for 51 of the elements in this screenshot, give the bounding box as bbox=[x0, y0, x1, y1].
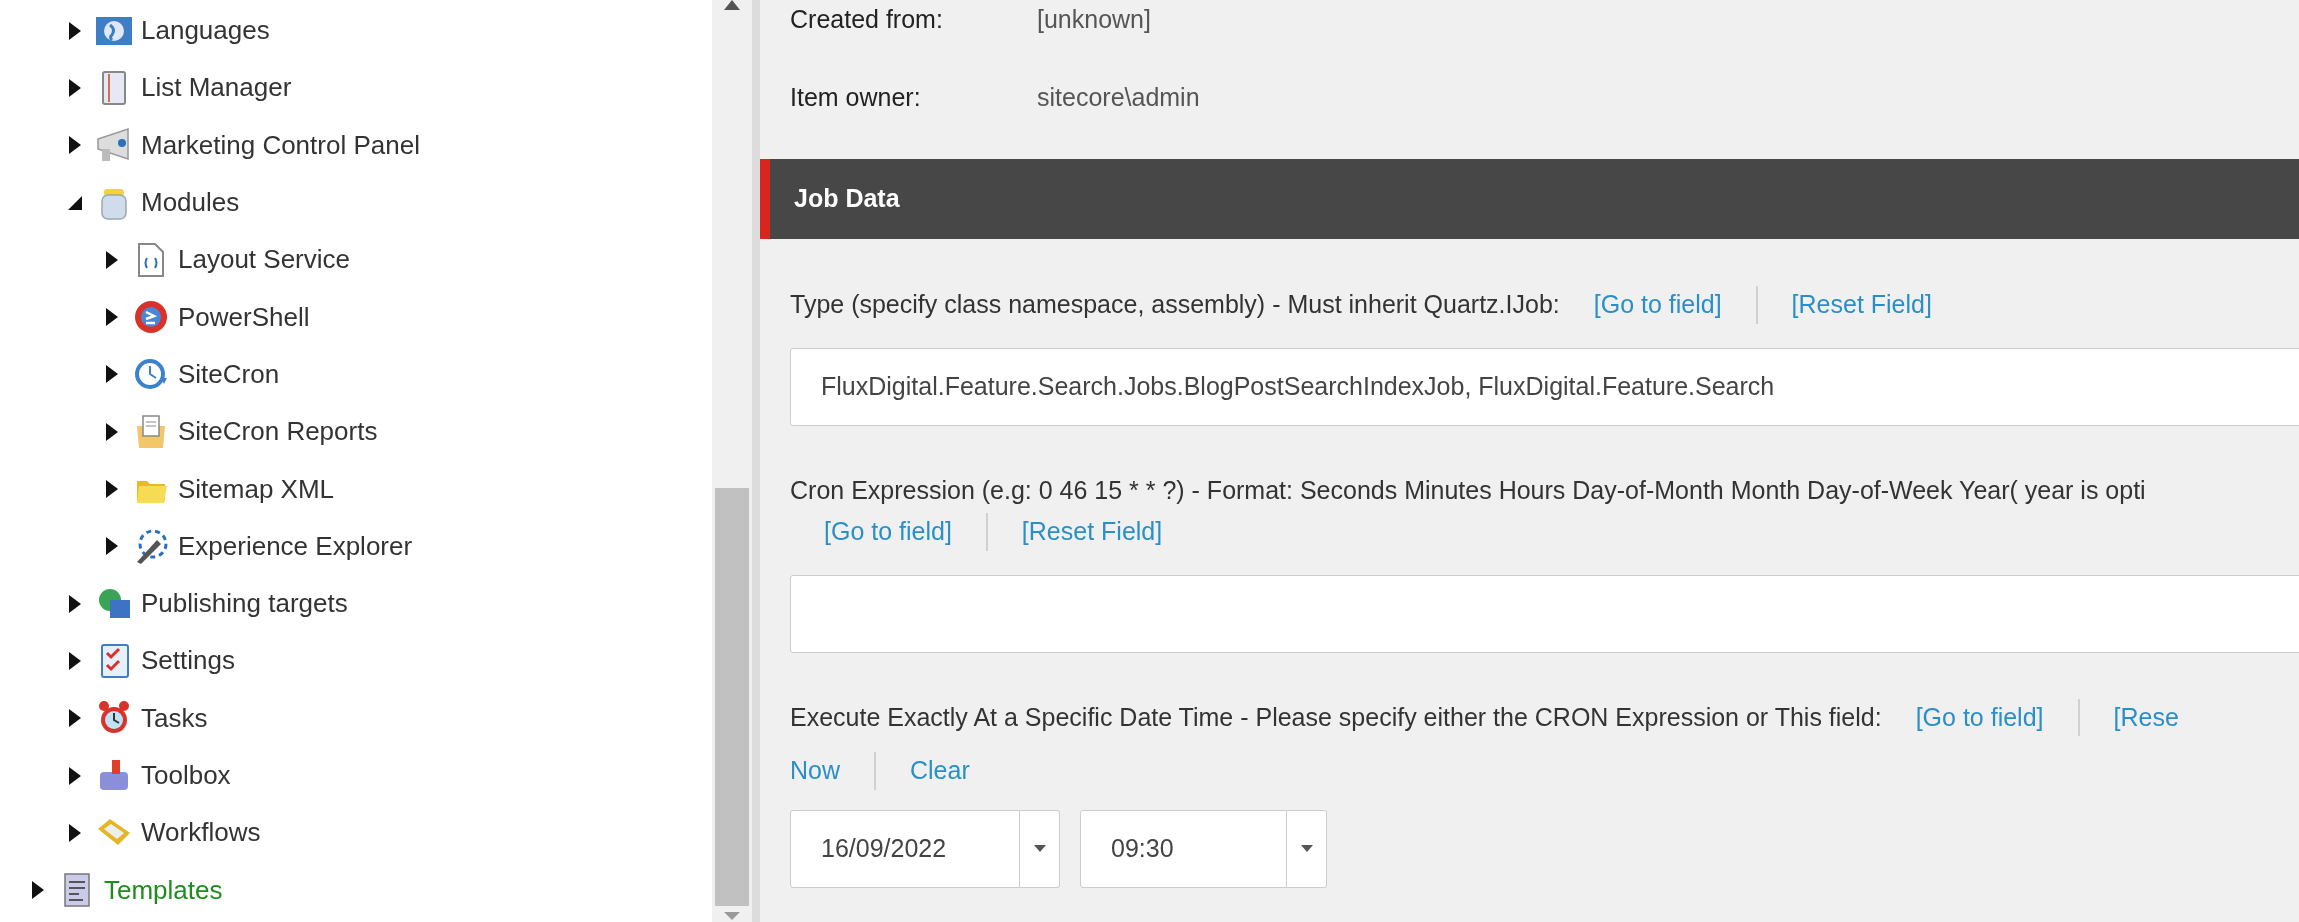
field-value: sitecore\admin bbox=[1037, 82, 1200, 114]
expand-arrow-icon[interactable] bbox=[69, 136, 81, 155]
expand-arrow-icon[interactable] bbox=[106, 365, 118, 384]
tree-item[interactable]: Workflows bbox=[141, 813, 261, 853]
field-label: Type (specify class namespace, assembly) - Must inherit Quartz.IJob: bbox=[790, 289, 1560, 320]
tree-item[interactable]: Publishing targets bbox=[141, 584, 348, 624]
tree-item[interactable]: Templates bbox=[104, 870, 223, 910]
expand-arrow-icon[interactable] bbox=[106, 480, 118, 498]
tree-item[interactable]: Modules bbox=[141, 183, 240, 223]
field-value: [unknown] bbox=[1037, 4, 1151, 36]
expand-arrow-icon[interactable] bbox=[106, 537, 118, 556]
tree-item[interactable]: SiteCron Reports bbox=[178, 412, 378, 452]
expand-arrow-icon[interactable] bbox=[106, 250, 118, 269]
expand-arrow-icon[interactable] bbox=[106, 422, 118, 441]
expand-arrow-icon[interactable] bbox=[32, 881, 44, 900]
expand-arrow-icon[interactable] bbox=[106, 308, 118, 327]
field-label: Item owner: bbox=[790, 82, 922, 114]
expand-arrow-icon[interactable] bbox=[69, 21, 81, 40]
prompt-icon bbox=[133, 299, 169, 336]
tree-item[interactable]: Sitemap XML bbox=[178, 469, 335, 509]
scrollbar[interactable] bbox=[712, 0, 752, 922]
time-field[interactable]: 09:30 bbox=[1080, 809, 1287, 888]
tree-item[interactable]: SiteCron bbox=[178, 354, 280, 394]
scroll-up-icon[interactable] bbox=[724, 0, 740, 10]
tree-item[interactable]: Settings bbox=[141, 641, 235, 681]
expand-arrow-icon[interactable] bbox=[69, 766, 81, 785]
tree-item[interactable]: PowerShell bbox=[178, 297, 310, 337]
caret-icon bbox=[1300, 845, 1313, 852]
collapse-arrow-icon[interactable] bbox=[68, 195, 82, 210]
section-header: Job Data bbox=[760, 159, 2299, 239]
megaphone-icon bbox=[96, 127, 132, 164]
tree-item[interactable]: Marketing Control Panel bbox=[141, 125, 420, 165]
expand-arrow-icon[interactable] bbox=[69, 651, 81, 670]
tree-item[interactable]: Languages bbox=[141, 11, 270, 51]
tree-item[interactable]: Tasks bbox=[141, 698, 208, 738]
expand-arrow-icon[interactable] bbox=[69, 78, 81, 97]
date-field[interactable]: 16/09/2022 bbox=[790, 809, 1020, 888]
tree-item[interactable]: Toolbox bbox=[141, 756, 231, 795]
tree-item[interactable]: Experience Explorer bbox=[178, 526, 413, 566]
field-label: Execute Exactly At a Specific Date Time - Please specify either the CRON Expression or This field: bbox=[790, 701, 1882, 733]
tree-item[interactable]: List Manager bbox=[141, 68, 292, 108]
text-field[interactable]: FluxDigital.Feature.Search.Jobs.BlogPostSearchIndexJob, FluxDigital.Feature.Search bbox=[790, 347, 2299, 426]
scrollbar-thumb[interactable] bbox=[715, 488, 749, 906]
tree-item[interactable]: Layout Service bbox=[178, 240, 350, 280]
expand-arrow-icon[interactable] bbox=[69, 709, 81, 728]
expand-arrow-icon[interactable] bbox=[69, 823, 81, 842]
field-label: Cron Expression (e.g: 0 46 15 * * ?) - Format: Seconds Minutes Hours Day-of-Month Month Day-of-Week Year( year is opti bbox=[790, 474, 2147, 506]
expand-arrow-icon[interactable] bbox=[69, 594, 81, 613]
caret-icon bbox=[1033, 845, 1046, 852]
text-field[interactable] bbox=[790, 574, 2299, 653]
field-label: Created from: bbox=[790, 4, 944, 36]
